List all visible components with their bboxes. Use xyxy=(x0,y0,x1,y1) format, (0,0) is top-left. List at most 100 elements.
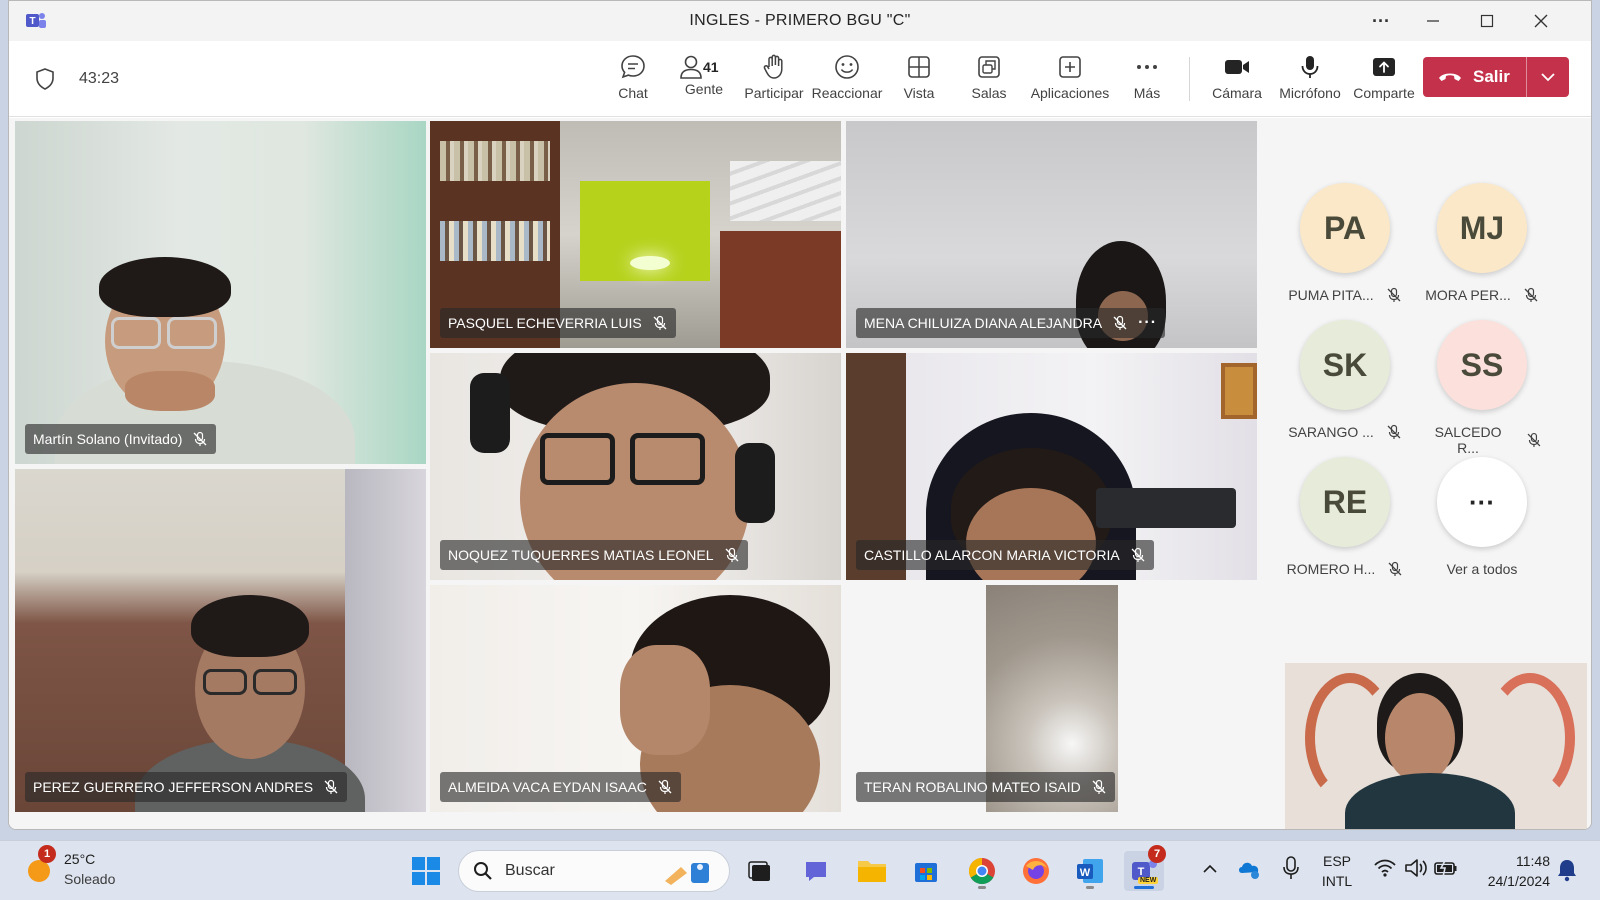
weather-widget[interactable]: 1 25°C Soleado xyxy=(24,845,144,893)
teams-meeting-window: T INGLES - PRIMERO BGU "C" ··· 43:23 Cha… xyxy=(8,0,1592,830)
leave-options-button[interactable] xyxy=(1527,72,1569,82)
chrome-icon xyxy=(968,857,995,885)
word-icon: W xyxy=(1077,859,1103,883)
raise-hand-button[interactable]: Participar xyxy=(739,49,809,111)
more-options-icon[interactable]: ··· xyxy=(1138,314,1157,332)
more-options-icon[interactable]: ··· xyxy=(1361,7,1401,35)
search-input[interactable]: Buscar xyxy=(458,850,730,892)
share-button[interactable]: Comparte xyxy=(1349,49,1419,111)
mic-muted-icon xyxy=(1388,561,1402,576)
start-button[interactable] xyxy=(406,851,446,891)
chat-label: Chat xyxy=(618,85,648,101)
participant-count: 41 xyxy=(703,59,719,75)
participant-name: SARANGO ... xyxy=(1288,424,1374,440)
share-icon xyxy=(1373,58,1395,76)
video-tile[interactable]: ALMEIDA VACA EYDAN ISAAC xyxy=(430,585,841,812)
avatar: PA xyxy=(1300,183,1390,273)
minimize-button[interactable] xyxy=(1413,7,1453,35)
onedrive-icon[interactable] xyxy=(1236,857,1262,881)
taskbar-teams-chat[interactable] xyxy=(796,851,836,891)
video-tile[interactable]: NOQUEZ TUQUERRES MATIAS LEONEL xyxy=(430,353,841,580)
apps-button[interactable]: Aplicaciones xyxy=(1025,49,1115,111)
people-button[interactable]: 41 Gente xyxy=(677,49,731,111)
participant-name: TERAN ROBALINO MATEO ISAID xyxy=(864,779,1081,795)
roster-participant[interactable]: PA PUMA PITA... xyxy=(1285,183,1405,303)
mic-muted-icon xyxy=(724,547,740,563)
view-all-button[interactable]: ··· Ver a todos xyxy=(1422,457,1542,577)
weather-temperature: 25°C xyxy=(64,851,96,867)
wifi-icon[interactable] xyxy=(1374,858,1396,878)
more-button[interactable]: Más xyxy=(1123,49,1171,111)
roster-participant[interactable]: SK SARANGO ... xyxy=(1285,320,1405,440)
taskbar-teams[interactable]: T NEW 7 xyxy=(1124,845,1166,891)
microphone-button[interactable]: Micrófono xyxy=(1275,49,1345,111)
close-button[interactable] xyxy=(1521,7,1561,35)
participant-name: MENA CHILUIZA DIANA ALEJANDRA xyxy=(864,315,1103,331)
microphone-label: Micrófono xyxy=(1279,85,1341,101)
task-view-button[interactable] xyxy=(740,851,780,891)
react-button[interactable]: Reaccionar xyxy=(809,49,885,111)
taskbar-store[interactable] xyxy=(906,851,946,891)
clock[interactable]: 11:48 24/1/2024 xyxy=(1470,851,1550,891)
participant-name: CASTILLO ALARCON MARIA VICTORIA xyxy=(864,547,1120,563)
input-language[interactable]: ESP INTL xyxy=(1316,851,1358,891)
add-apps-icon xyxy=(1059,56,1081,78)
notification-bell-icon[interactable] xyxy=(1556,858,1578,882)
battery-charging-icon[interactable] xyxy=(1434,858,1458,878)
new-badge: NEW xyxy=(1138,877,1159,884)
microphone-icon xyxy=(1301,56,1319,78)
taskbar-file-explorer[interactable] xyxy=(852,851,892,891)
taskbar-chrome[interactable] xyxy=(962,851,1002,891)
participant-name-tag: PASQUEL ECHEVERRIA LUIS xyxy=(440,308,676,338)
avatar: MJ xyxy=(1437,183,1527,273)
chevron-up-icon[interactable] xyxy=(1202,863,1218,875)
participant-name-tag: ALMEIDA VACA EYDAN ISAAC xyxy=(440,772,681,802)
participant-name: NOQUEZ TUQUERRES MATIAS LEONEL xyxy=(448,547,714,563)
video-tile[interactable]: PEREZ GUERRERO JEFFERSON ANDRES xyxy=(15,469,426,812)
participant-name-tag: CASTILLO ALARCON MARIA VICTORIA xyxy=(856,540,1154,570)
chat-button[interactable]: Chat xyxy=(607,49,659,111)
shield-icon[interactable] xyxy=(35,67,55,91)
participant-name-tag: TERAN ROBALINO MATEO ISAID xyxy=(856,772,1115,802)
video-tile[interactable]: TERAN ROBALINO MATEO ISAID xyxy=(846,585,1257,812)
task-view-icon xyxy=(748,861,770,881)
roster-participant[interactable]: MJ MORA PER... xyxy=(1422,183,1542,303)
raise-hand-label: Participar xyxy=(744,85,804,101)
window-title: INGLES - PRIMERO BGU "C" xyxy=(689,12,911,29)
mic-muted-icon xyxy=(1091,779,1107,795)
people-icon xyxy=(680,55,702,79)
taskbar-firefox[interactable] xyxy=(1016,851,1056,891)
roster-participant[interactable]: RE ROMERO H... xyxy=(1285,457,1405,577)
store-icon xyxy=(915,863,937,882)
participant-name-tag: Martín Solano (Invitado) xyxy=(25,424,217,454)
video-tile[interactable]: Martín Solano (Invitado) xyxy=(15,121,426,464)
keyboard-layout: INTL xyxy=(1321,873,1353,889)
video-tile[interactable]: PASQUEL ECHEVERRIA LUIS xyxy=(430,121,841,348)
camera-label: Cámara xyxy=(1212,85,1262,101)
video-tile[interactable]: MENA CHILUIZA DIANA ALEJANDRA ··· xyxy=(846,121,1257,348)
microphone-icon[interactable] xyxy=(1282,855,1300,881)
people-label: Gente xyxy=(684,81,724,97)
clock-date: 24/1/2024 xyxy=(1487,873,1550,889)
leave-button[interactable]: Salir xyxy=(1423,57,1527,97)
participant-roster: PA PUMA PITA... MJ MORA PER... SK SARANG… xyxy=(1285,183,1585,583)
taskbar-word[interactable]: W xyxy=(1070,851,1110,891)
weather-condition: Soleado xyxy=(64,871,116,887)
participant-name: PASQUEL ECHEVERRIA LUIS xyxy=(448,315,642,331)
view-button[interactable]: Vista xyxy=(893,49,945,111)
camera-button[interactable]: Cámara xyxy=(1207,49,1267,111)
search-placeholder: Buscar xyxy=(505,862,555,879)
video-tile[interactable]: CASTILLO ALARCON MARIA VICTORIA xyxy=(846,353,1257,580)
language-code: ESP xyxy=(1322,853,1351,869)
camera-icon xyxy=(1225,60,1249,74)
raise-hand-icon xyxy=(763,54,783,79)
self-view-video[interactable] xyxy=(1285,663,1587,829)
mic-muted-icon xyxy=(1527,432,1541,447)
maximize-button[interactable] xyxy=(1467,7,1507,35)
share-label: Comparte xyxy=(1353,85,1415,101)
rooms-button[interactable]: Salas xyxy=(963,49,1015,111)
react-label: Reaccionar xyxy=(811,85,883,101)
roster-participant[interactable]: SS SALCEDO R... xyxy=(1422,320,1542,456)
volume-icon[interactable] xyxy=(1404,857,1428,879)
toolbar-separator xyxy=(1189,57,1190,101)
